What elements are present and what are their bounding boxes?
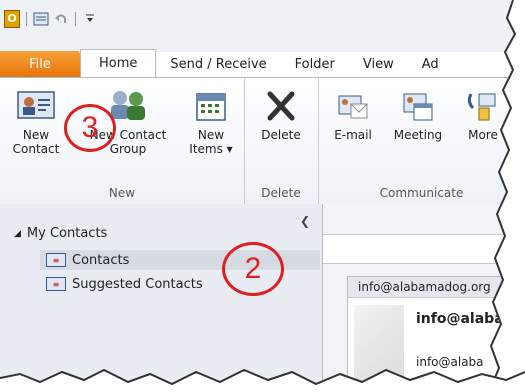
qat-separator bbox=[75, 12, 76, 26]
my-contacts-header[interactable]: ◢ My Contacts bbox=[14, 226, 107, 241]
nav-item-label: Contacts bbox=[72, 252, 130, 268]
my-contacts-label: My Contacts bbox=[26, 226, 108, 241]
new-items-button[interactable]: New Items ▾ bbox=[186, 84, 236, 156]
email-button[interactable]: E-mail bbox=[328, 84, 378, 142]
tab-send-receive[interactable]: Send / Receive bbox=[156, 51, 280, 77]
calendar-icon bbox=[186, 84, 236, 128]
meeting-icon bbox=[386, 84, 450, 128]
tab-home[interactable]: Home bbox=[80, 49, 157, 77]
qat-separator bbox=[26, 12, 27, 26]
torn-edge-right bbox=[488, 0, 525, 392]
tab-add-ins[interactable]: Ad bbox=[408, 51, 453, 77]
contact-card-icon bbox=[6, 84, 66, 128]
customize-qat-icon[interactable] bbox=[82, 11, 98, 27]
collapse-pane-icon[interactable]: ❮ bbox=[300, 214, 310, 228]
annotation-step-2: 2 bbox=[222, 242, 284, 296]
undo-icon[interactable] bbox=[53, 11, 69, 27]
ribbon-group-new: New Contact New Contact Group New Items … bbox=[0, 78, 245, 204]
title-bar: O bbox=[0, 0, 525, 52]
quick-access-toolbar: O bbox=[4, 10, 98, 28]
email-icon bbox=[328, 84, 378, 128]
delete-button[interactable]: Delete bbox=[252, 84, 310, 142]
ribbon-tabs: File Home Send / Receive Folder View Ad bbox=[0, 49, 525, 77]
outlook-window: O File Home Send / Receive Folder View A… bbox=[0, 0, 525, 392]
nav-item-suggested-contacts[interactable]: ≡ Suggested Contacts bbox=[40, 274, 209, 294]
nav-item-label: Suggested Contacts bbox=[72, 276, 203, 292]
delete-label: Delete bbox=[261, 128, 301, 142]
torn-edge-bottom bbox=[0, 368, 525, 392]
outlook-app-icon[interactable]: O bbox=[4, 10, 20, 28]
delete-x-icon bbox=[252, 84, 310, 128]
send-receive-icon[interactable] bbox=[33, 11, 49, 27]
annotation-step-3: 3 bbox=[64, 104, 116, 152]
new-contact-button[interactable]: New Contact bbox=[6, 84, 66, 156]
new-items-label-line1: New bbox=[197, 128, 225, 142]
group-label-new: New bbox=[108, 186, 136, 200]
ribbon-group-delete: Delete Delete bbox=[244, 78, 319, 204]
tab-file[interactable]: File bbox=[0, 51, 80, 77]
meeting-label: Meeting bbox=[393, 128, 443, 142]
new-contact-label-line1: New bbox=[22, 128, 50, 142]
contacts-folder-icon: ≡ bbox=[46, 253, 66, 267]
new-items-label-line2: Items ▾ bbox=[189, 142, 233, 156]
meeting-button[interactable]: Meeting bbox=[386, 84, 450, 142]
tab-folder[interactable]: Folder bbox=[281, 51, 349, 77]
new-contact-label-line2: Contact bbox=[12, 142, 60, 156]
group-label-delete: Delete bbox=[261, 186, 301, 200]
tab-view[interactable]: View bbox=[349, 51, 408, 77]
email-label: E-mail bbox=[334, 128, 372, 142]
expand-triangle-icon: ◢ bbox=[14, 228, 21, 239]
contacts-folder-icon: ≡ bbox=[46, 277, 66, 291]
